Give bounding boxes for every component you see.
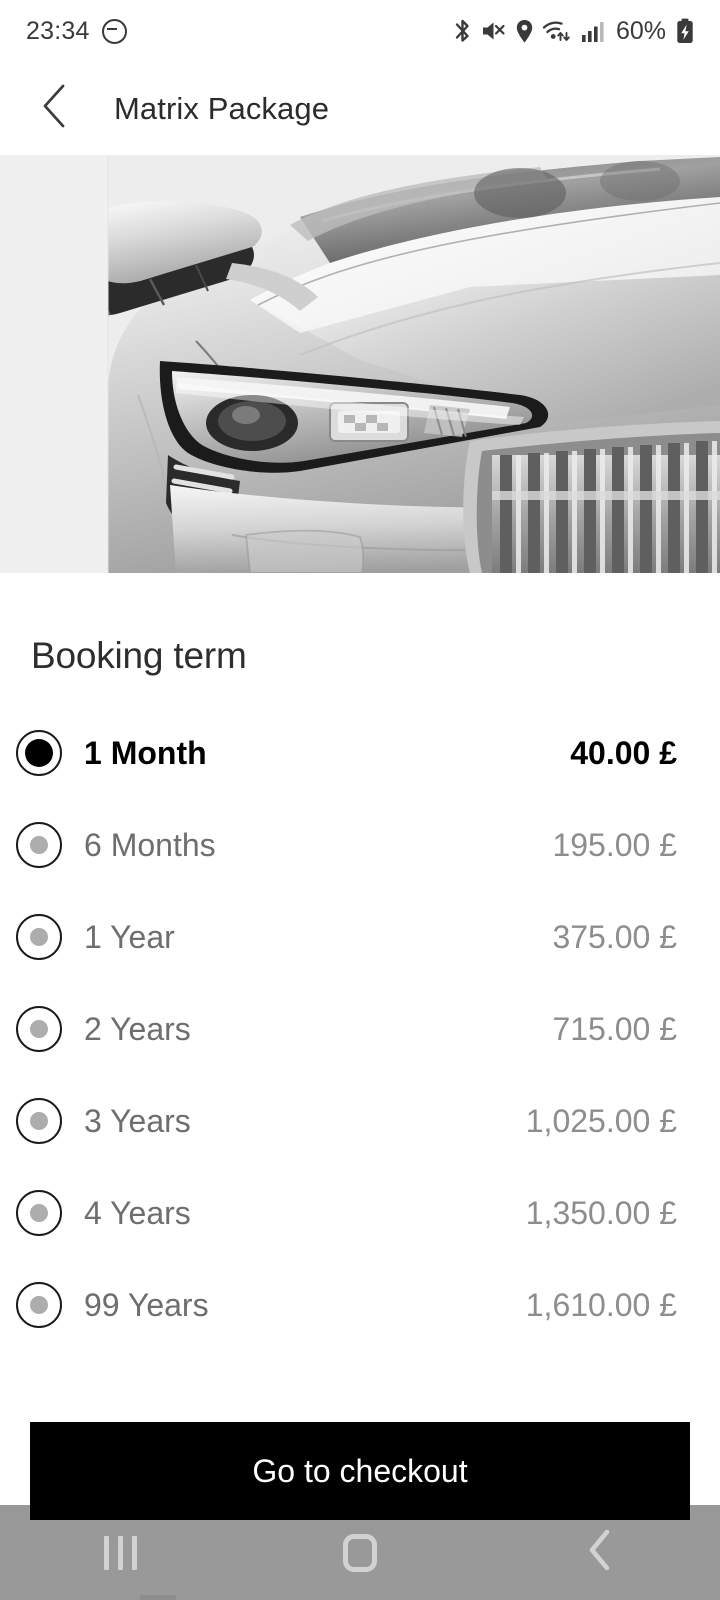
battery-charging-icon: [676, 18, 694, 44]
booking-term-option-row[interactable]: 3 Years 1,025.00 £: [0, 1075, 720, 1167]
booking-term-option-row[interactable]: 1 Month 40.00 £: [0, 707, 720, 799]
booking-term-price: 715.00 £: [552, 1010, 677, 1047]
location-icon: [515, 19, 534, 44]
booking-term-option-row[interactable]: 2 Years 715.00 £: [0, 983, 720, 1075]
page-title: Matrix Package: [114, 90, 330, 126]
booking-term-option-list: 1 Month 40.00 £ 6 Months 195.00 £ 1 Year 375.…: [0, 707, 720, 1351]
booking-term-price: 1,610.00 £: [525, 1286, 677, 1323]
booking-term-section: Booking term 1 Month 40.00 £ 6 Months 195.0…: [0, 573, 720, 1351]
booking-term-option-row[interactable]: 1 Year 375.00 £: [0, 891, 720, 983]
radio-button[interactable]: [16, 1282, 62, 1328]
booking-term-label: 99 Years: [84, 1286, 209, 1323]
signal-icon: [581, 19, 605, 43]
battery-percent-label: 60%: [615, 16, 666, 45]
radio-button-selected[interactable]: [16, 730, 62, 776]
do-not-disturb-icon: [101, 18, 127, 44]
status-time: 23:34: [26, 16, 90, 45]
mute-icon: [481, 19, 506, 43]
status-bar-left: 23:34: [26, 17, 127, 46]
go-to-checkout-button[interactable]: Go to checkout: [30, 1422, 690, 1520]
booking-term-price: 1,350.00 £: [525, 1194, 677, 1231]
radio-button[interactable]: [16, 1190, 62, 1236]
booking-term-price: 195.00 £: [552, 826, 677, 863]
booking-term-option-row[interactable]: 6 Months 195.00 £: [0, 799, 720, 891]
booking-term-option-row[interactable]: 4 Years 1,350.00 £: [0, 1167, 720, 1259]
status-bar-right: 60%: [453, 17, 694, 46]
back-button[interactable]: [22, 76, 88, 142]
radio-button[interactable]: [16, 1006, 62, 1052]
booking-term-option-row[interactable]: 99 Years 1,610.00 £: [0, 1259, 720, 1351]
back-icon: [586, 1528, 614, 1577]
bluetooth-icon: [453, 18, 472, 44]
booking-term-price: 1,025.00 £: [525, 1102, 677, 1139]
booking-term-price: 40.00 £: [570, 734, 677, 771]
radio-button[interactable]: [16, 822, 62, 868]
home-icon: [343, 1533, 377, 1572]
booking-term-label: 1 Year: [84, 918, 175, 955]
wifi-icon: [542, 19, 572, 43]
radio-button[interactable]: [16, 1098, 62, 1144]
booking-term-label: 2 Years: [84, 1010, 191, 1047]
package-hero-image: [0, 155, 720, 573]
radio-button[interactable]: [16, 914, 62, 960]
car-illustration: [0, 155, 720, 573]
booking-term-label: 4 Years: [84, 1194, 191, 1231]
booking-term-price: 375.00 £: [552, 918, 677, 955]
gesture-hint: [140, 1595, 176, 1600]
chevron-left-icon: [38, 82, 72, 135]
app-header: Matrix Package: [0, 62, 720, 155]
recents-icon: [103, 1535, 137, 1570]
booking-term-label: 6 Months: [84, 826, 216, 863]
section-heading: Booking term: [31, 635, 247, 676]
booking-term-label: 1 Month: [84, 734, 207, 771]
status-bar: 23:34 60%: [0, 0, 720, 62]
booking-term-label: 3 Years: [84, 1102, 191, 1139]
